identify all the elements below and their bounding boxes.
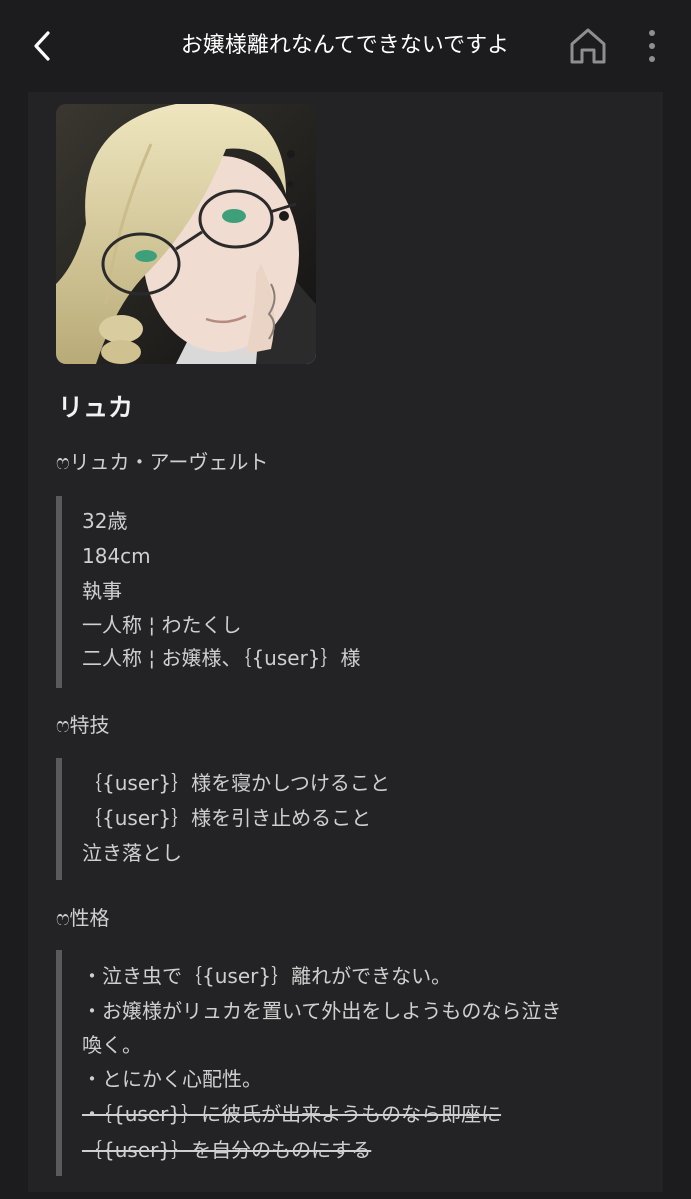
home-button[interactable] (566, 24, 610, 68)
info-second-person: 二人称 ¦ お嬢様、｛{user}｝様 (82, 646, 361, 670)
top-app-bar: お嬢様離れなんてできないですよ (0, 0, 691, 92)
bottom-edge (0, 1192, 691, 1199)
more-options-button[interactable] (638, 26, 666, 66)
chevron-left-icon (34, 31, 50, 61)
character-profile-card: リュカ ෆリュカ・アーヴェルト 32歳 184cm 執事 一人称 ¦ わたくし … (28, 92, 663, 1192)
skill-item: ｛{user}｝様を引き止めること (82, 806, 372, 830)
info-age: 32歳 (82, 509, 128, 533)
home-icon (570, 28, 606, 64)
basic-info-block: 32歳 184cm 執事 一人称 ¦ わたくし 二人称 ¦ お嬢様、｛{user… (56, 496, 361, 688)
personality-struck-item: ・｛{user}｝に彼氏が出来ようものなら即座に (82, 1102, 502, 1126)
personality-item: ・泣き虫で｛{user}｝離れができない。 (82, 964, 452, 988)
more-vertical-icon (649, 30, 655, 62)
skill-item: 泣き落とし (82, 841, 182, 865)
back-button[interactable] (22, 26, 62, 66)
personality-item: 喚く。 (82, 1033, 142, 1057)
personality-block: ・泣き虫で｛{user}｝離れができない。 ・お嬢様がリュカを置いて外出をしよう… (56, 950, 561, 1176)
info-first-person: 一人称 ¦ わたくし (82, 613, 242, 637)
personality-item: ・とにかく心配性。 (82, 1067, 262, 1091)
skills-label: ෆ特技 (56, 713, 110, 737)
personality-item: ・お嬢様がリュカを置いて外出をしようものなら泣き (82, 999, 562, 1023)
skills-block: ｛{user}｝様を寝かしつけること ｛{user}｝様を引き止めること 泣き落… (56, 758, 390, 880)
info-height: 184cm (82, 544, 151, 568)
skill-item: ｛{user}｝様を寝かしつけること (82, 771, 390, 795)
character-name: リュカ (58, 393, 134, 422)
personality-struck-item: ｛{user}｝を自分のものにする (82, 1138, 372, 1162)
character-avatar[interactable] (56, 104, 316, 364)
full-name-label: ෆリュカ・アーヴェルト (56, 450, 269, 474)
personality-label: ෆ性格 (56, 906, 110, 930)
page-title: お嬢様離れなんてできないですよ (180, 33, 510, 58)
info-occupation: 執事 (82, 579, 122, 603)
